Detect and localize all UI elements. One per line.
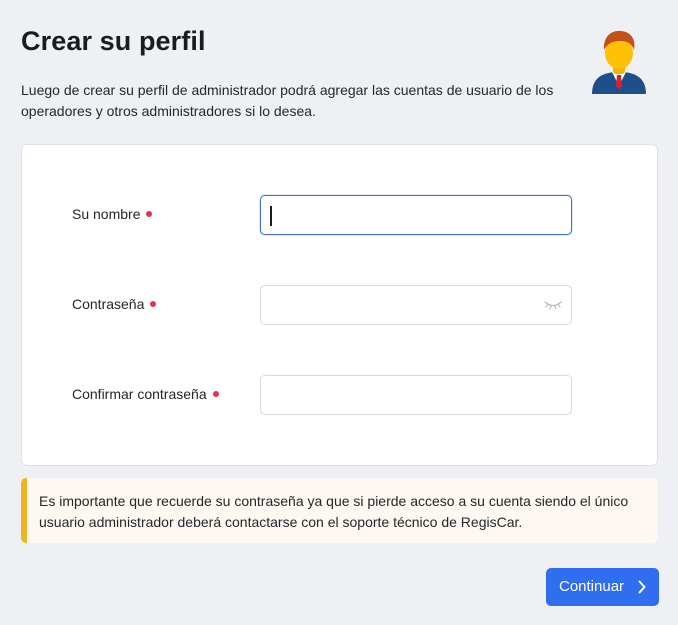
profile-form-card: Su nombre Contraseña Confirmar contraseñ… xyxy=(21,144,658,466)
notice-text: Es importante que recuerde su contraseña… xyxy=(39,493,629,530)
chevron-right-icon xyxy=(638,580,646,594)
confirm-password-label: Confirmar contraseña xyxy=(72,386,219,402)
businessman-avatar-icon xyxy=(592,30,646,94)
continue-button[interactable]: Continuar xyxy=(546,568,659,606)
password-label: Contraseña xyxy=(72,296,157,312)
required-indicator xyxy=(146,211,153,218)
password-input[interactable] xyxy=(260,285,572,325)
page-intro: Luego de crear su perfil de administrado… xyxy=(21,82,554,119)
confirm-password-row: Confirmar contraseña xyxy=(22,375,657,415)
continue-label: Continuar xyxy=(559,578,625,595)
name-label-text: Su nombre xyxy=(72,206,141,222)
password-warning-notice: Es importante que recuerde su contraseña… xyxy=(21,478,658,543)
text-caret xyxy=(270,206,272,226)
required-indicator xyxy=(212,391,219,398)
name-label: Su nombre xyxy=(72,206,153,222)
password-label-text: Contraseña xyxy=(72,296,145,312)
confirm-password-input[interactable] xyxy=(260,375,572,415)
required-indicator xyxy=(150,301,157,308)
name-input[interactable] xyxy=(260,195,572,235)
name-row: Su nombre xyxy=(22,195,657,235)
confirm-password-label-text: Confirmar contraseña xyxy=(72,386,207,402)
create-profile-page: Crear su perfil Luego de crear su perfil… xyxy=(0,0,678,625)
eye-closed-icon[interactable] xyxy=(543,298,563,312)
password-row: Contraseña xyxy=(22,285,657,325)
page-title: Crear su perfil xyxy=(21,26,206,56)
